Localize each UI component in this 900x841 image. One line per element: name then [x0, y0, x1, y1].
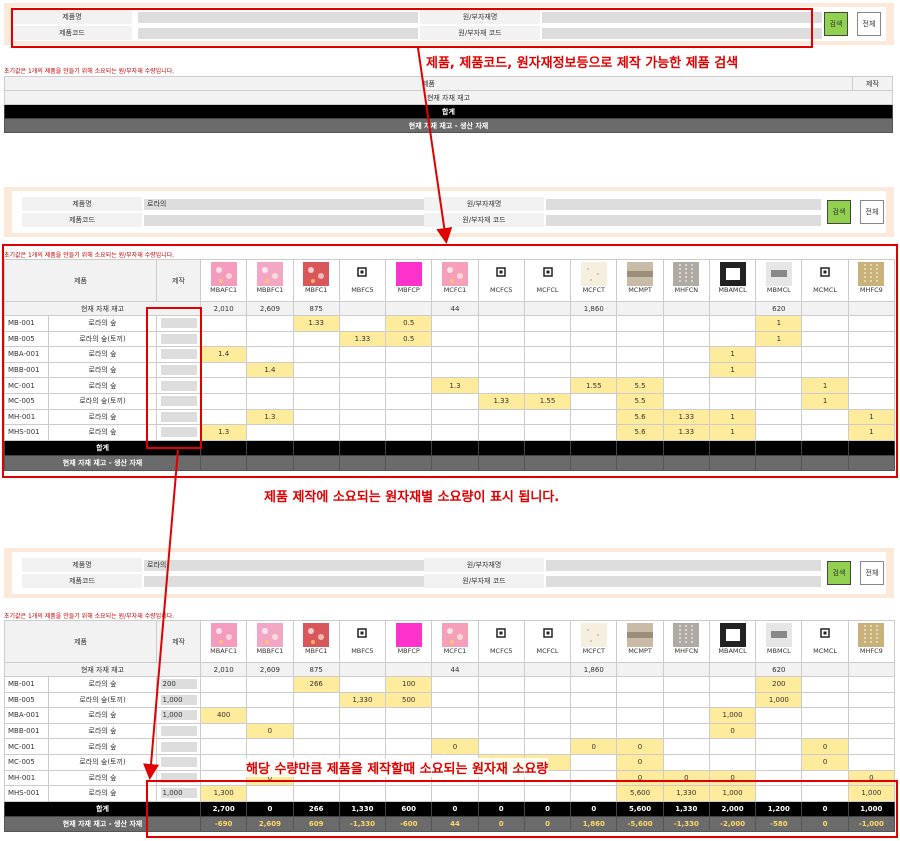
arrow-1: [417, 47, 453, 244]
arrow-2: [143, 449, 179, 780]
arrows-overlay: [143, 47, 453, 780]
